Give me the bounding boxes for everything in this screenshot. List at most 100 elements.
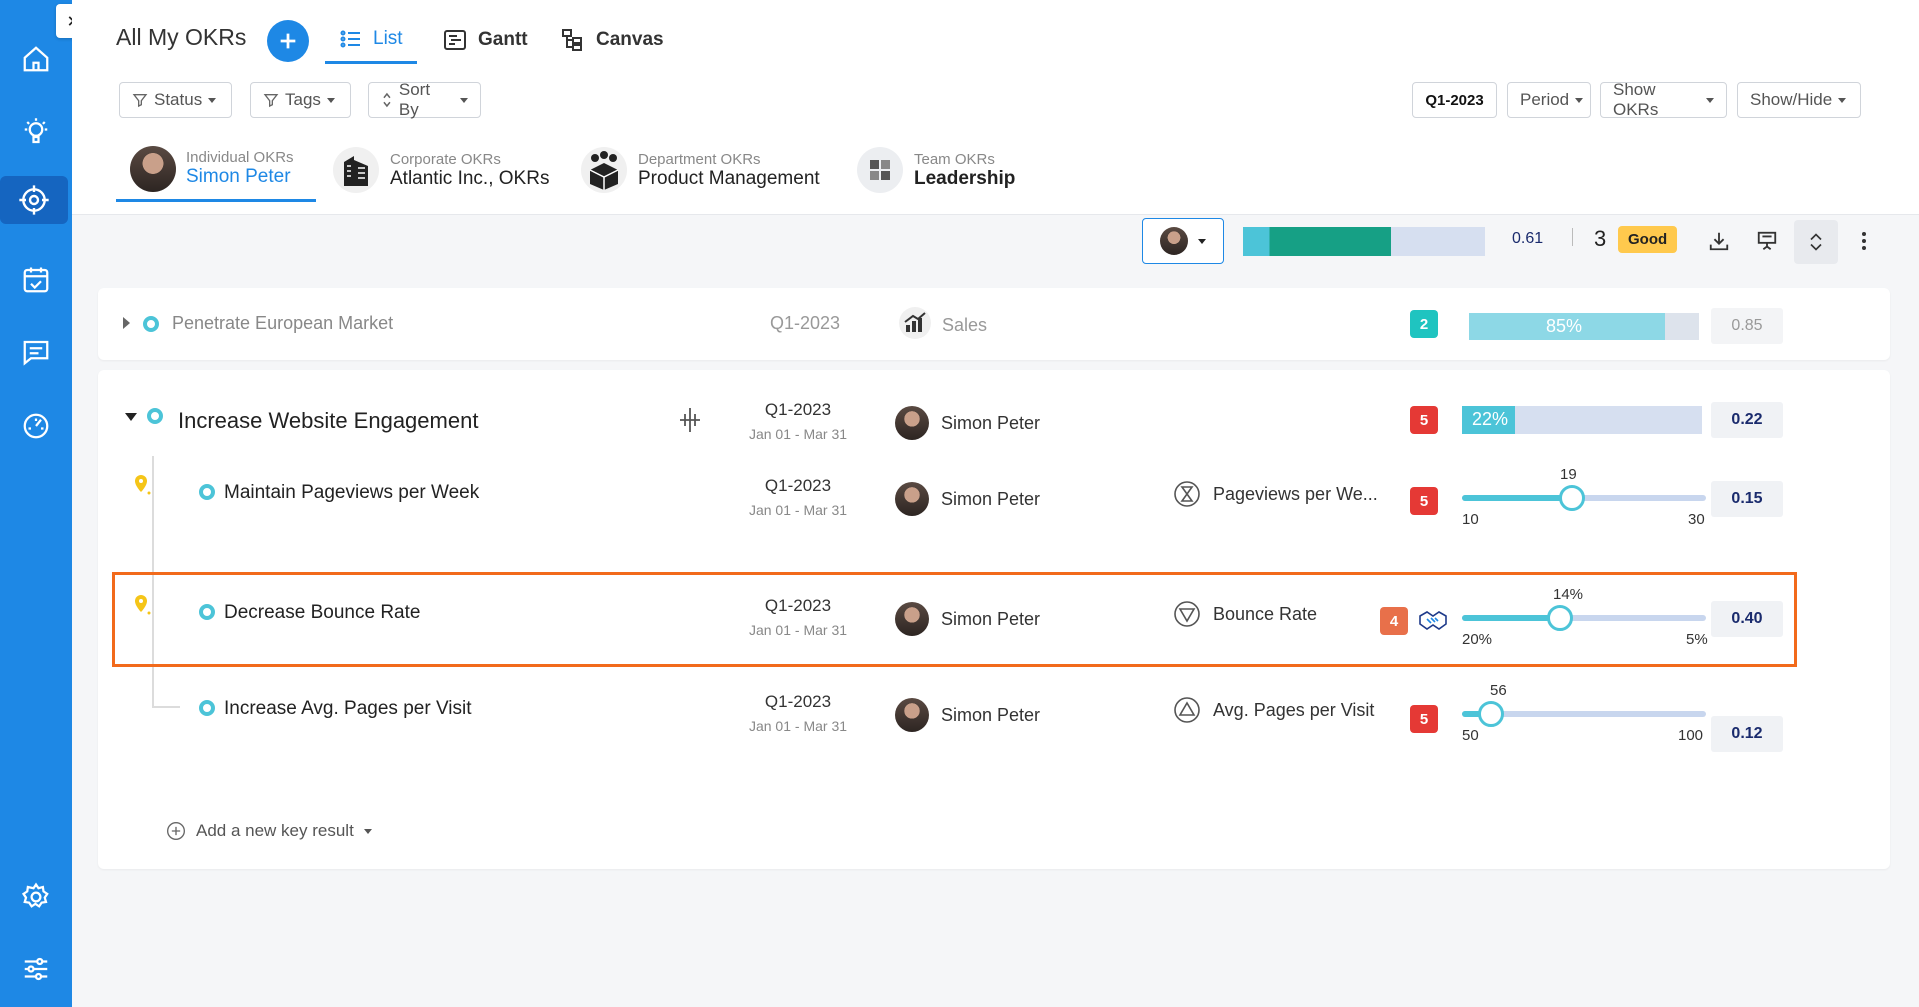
more-options-button[interactable] xyxy=(1850,222,1878,260)
plus-circle-icon xyxy=(167,822,185,840)
sliders-icon[interactable] xyxy=(12,945,60,993)
period-label: Period xyxy=(1520,90,1570,109)
objective-score: 0.85 xyxy=(1711,308,1783,344)
key-result-score: 0.15 xyxy=(1711,481,1783,517)
show-okrs-dropdown[interactable]: Show OKRs xyxy=(1600,80,1727,119)
status-dot xyxy=(199,700,215,716)
tab-small-label: Team OKRs xyxy=(914,150,995,168)
tab-team-okrs[interactable]: Team OKRs Leadership xyxy=(856,138,1015,202)
owner-name: Simon Peter xyxy=(941,412,1041,433)
period-dates: Jan 01 - Mar 31 xyxy=(748,426,848,442)
tab-gantt-label: Gantt xyxy=(478,29,528,50)
status-dot xyxy=(199,484,215,500)
objective-owner[interactable]: Simon Peter xyxy=(895,406,1040,440)
quarter-filter[interactable]: Q1-2023 xyxy=(1412,82,1497,118)
start-value: 50 xyxy=(1462,727,1479,744)
show-hide-dropdown[interactable]: Show/Hide xyxy=(1737,82,1861,118)
collapse-arrow-icon[interactable] xyxy=(124,412,138,422)
progress-slider-knob[interactable] xyxy=(1558,485,1585,511)
tab-list-label: List xyxy=(373,27,403,49)
metric-name: Avg. Pages per Visit xyxy=(1213,699,1375,720)
key-result-period: Q1-2023 Jan 01 - Mar 31 xyxy=(728,692,868,734)
key-result-owner[interactable]: Simon Peter xyxy=(895,482,1040,516)
tab-corporate-okrs[interactable]: Corporate OKRs Atlantic Inc., OKRs xyxy=(332,138,549,202)
key-result-owner[interactable]: Simon Peter xyxy=(895,698,1040,732)
metric-name: Pageviews per We... xyxy=(1213,483,1378,504)
key-result-title[interactable]: Maintain Pageviews per Week xyxy=(224,482,479,504)
objective-score: 0.22 xyxy=(1711,402,1783,438)
building-icon xyxy=(333,147,379,193)
expand-collapse-button[interactable] xyxy=(1794,220,1838,264)
sort-by-dropdown[interactable]: Sort By xyxy=(368,80,481,119)
page-title: All My OKRs xyxy=(116,24,247,50)
presentation-icon xyxy=(1757,231,1777,250)
divider xyxy=(1572,228,1573,246)
status-filter[interactable]: Status xyxy=(119,82,232,118)
period-dropdown[interactable]: Period xyxy=(1507,82,1591,118)
add-okr-button[interactable] xyxy=(267,20,309,62)
status-dot xyxy=(147,408,163,424)
target-icon[interactable] xyxy=(0,176,68,224)
owner-name: Simon Peter xyxy=(941,488,1041,509)
checkin-count-badge: 5 xyxy=(1410,406,1438,434)
period-dates: Jan 01 - Mar 31 xyxy=(748,502,848,518)
tags-filter[interactable]: Tags xyxy=(250,82,351,118)
sidebar xyxy=(0,0,72,1007)
expand-arrow-icon[interactable] xyxy=(122,316,132,330)
objective-row[interactable]: Penetrate European Market Q1-2023 Sales … xyxy=(98,288,1890,360)
more-vertical-icon xyxy=(1862,232,1866,250)
tab-canvas[interactable]: Canvas xyxy=(560,16,664,64)
overall-score: 0.61 xyxy=(1512,230,1544,247)
alignment-icon[interactable] xyxy=(678,406,702,434)
plus-icon xyxy=(280,33,296,49)
current-value: 56 xyxy=(1490,682,1507,699)
tab-canvas-label: Canvas xyxy=(596,29,664,50)
highlight-box xyxy=(112,572,1797,667)
add-key-result-label: Add a new key result xyxy=(196,821,354,840)
key-result-score: 0.12 xyxy=(1711,716,1783,752)
gantt-icon xyxy=(444,30,466,50)
key-result-metric: Pageviews per We... xyxy=(1173,480,1378,508)
calendar-check-icon[interactable] xyxy=(12,256,60,304)
status-badge: Good xyxy=(1618,226,1678,253)
quarter-filter-label: Q1-2023 xyxy=(1425,91,1484,109)
presentation-button[interactable] xyxy=(1748,222,1786,260)
chat-icon[interactable] xyxy=(12,328,60,376)
settings-icon[interactable] xyxy=(12,873,60,921)
download-icon xyxy=(1709,232,1729,251)
objective-title[interactable]: Increase Website Engagement xyxy=(178,408,478,434)
expand-collapse-icon xyxy=(1810,233,1822,251)
checkin-count-badge: 2 xyxy=(1410,310,1438,338)
avatar xyxy=(895,698,929,732)
show-okrs-label: Show OKRs xyxy=(1613,80,1659,119)
avatar xyxy=(1160,227,1188,255)
period-dates: Jan 01 - Mar 31 xyxy=(748,718,848,734)
objective-title[interactable]: Penetrate European Market xyxy=(172,313,393,334)
progress-slider-knob[interactable] xyxy=(1478,701,1505,727)
tab-big-label: Atlantic Inc., OKRs xyxy=(390,167,550,189)
tab-individual-okrs[interactable]: Individual OKRs Simon Peter xyxy=(116,138,316,202)
home-icon[interactable] xyxy=(12,35,60,83)
checkin-count-badge: 5 xyxy=(1410,487,1438,515)
objective-progress-label: 85% xyxy=(1545,316,1583,336)
lightbulb-icon[interactable] xyxy=(12,108,60,156)
target-value: 100 xyxy=(1678,727,1704,744)
add-key-result-button[interactable]: Add a new key result xyxy=(166,821,372,841)
tree-connector xyxy=(152,706,180,708)
avatar xyxy=(895,482,929,516)
key-result-period: Q1-2023 Jan 01 - Mar 31 xyxy=(728,476,868,518)
owner-filter-dropdown[interactable] xyxy=(1142,218,1224,264)
tab-gantt[interactable]: Gantt xyxy=(442,16,528,64)
dashboard-icon[interactable] xyxy=(12,402,60,450)
key-result-metric: Avg. Pages per Visit xyxy=(1173,696,1374,724)
triangle-up-icon xyxy=(1174,697,1200,723)
tags-filter-label: Tags xyxy=(285,90,321,109)
show-hide-label: Show/Hide xyxy=(1750,90,1833,109)
tab-department-okrs[interactable]: Department OKRs Product Management xyxy=(580,138,820,202)
checkin-count-badge: 5 xyxy=(1410,705,1438,733)
tab-list[interactable]: List xyxy=(325,16,417,64)
key-result-title[interactable]: Increase Avg. Pages per Visit xyxy=(224,698,472,720)
download-button[interactable] xyxy=(1700,222,1738,260)
owner-name: Simon Peter xyxy=(941,704,1041,725)
canvas-icon xyxy=(562,29,582,51)
